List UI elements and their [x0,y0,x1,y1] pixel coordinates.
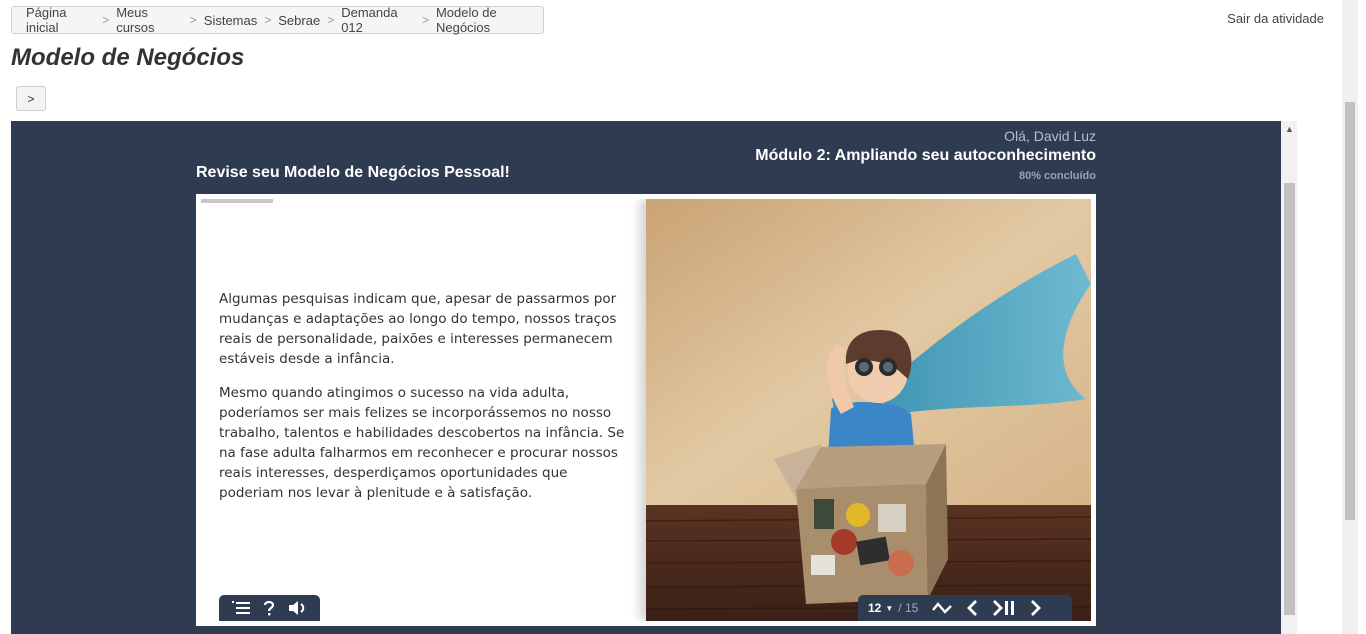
slide-content: Algumas pesquisas indicam que, apesar de… [201,199,1091,621]
next-button[interactable]: > [16,86,46,111]
previous-icon[interactable] [966,600,978,616]
breadcrumb-separator: > [189,13,197,27]
progress-label: 80% concluído [1018,170,1096,182]
user-greeting: Olá, David Luz [1004,128,1096,144]
breadcrumb-sebrae[interactable]: Sebrae [278,13,320,28]
slide-loading-bar [201,199,273,203]
breadcrumb-separator: > [327,13,335,27]
page-scrollbar-thumb[interactable] [1345,102,1355,520]
breadcrumb-home[interactable]: Página inicial [26,5,95,35]
breadcrumb-current[interactable]: Modelo de Negócios [436,5,543,35]
lesson-title: Revise seu Modelo de Negócios Pessoal! [196,164,510,181]
breadcrumb: Página inicial > Meus cursos > Sistemas … [11,5,544,35]
scroll-up-icon[interactable]: ▲ [1285,124,1294,134]
breadcrumb-demand[interactable]: Demanda 012 [341,5,415,35]
help-icon[interactable] [263,600,275,616]
frame-scrollbar-thumb[interactable] [1284,183,1295,615]
total-pages: / 15 [898,601,919,615]
exit-activity-link[interactable]: Sair da atividade [1227,11,1324,26]
child-with-goggles-in-box-image [646,199,1091,621]
page-title: Modelo de Negócios [11,44,245,71]
tools-bar [219,595,320,621]
breadcrumb-separator: > [421,13,429,27]
paragraph: Mesmo quando atingimos o sucesso na vida… [219,385,625,501]
chevron-down-icon[interactable]: ▼ [885,604,893,613]
paragraph: Algumas pesquisas indicam que, apesar de… [219,291,617,367]
slide-text: Algumas pesquisas indicam que, apesar de… [219,289,634,517]
slide-card: Algumas pesquisas indicam que, apesar de… [196,194,1096,626]
breadcrumb-separator: > [264,13,272,27]
breadcrumb-systems[interactable]: Sistemas [204,13,257,28]
page-scrollbar[interactable] [1342,0,1358,634]
sound-icon[interactable] [289,601,307,615]
menu-icon[interactable] [231,601,250,615]
frame-scrollbar[interactable]: ▲ [1281,121,1297,634]
play-pause-icon[interactable] [992,600,1016,616]
breadcrumb-my-courses[interactable]: Meus cursos [116,5,183,35]
course-module-frame: Olá, David Luz Módulo 2: Ampliando seu a… [11,121,1281,634]
module-title: Módulo 2: Ampliando seu autoconhecimento [755,147,1096,164]
slide-navigation: 12 ▼ / 15 [858,595,1072,621]
breadcrumb-separator: > [102,13,110,27]
next-icon[interactable] [1030,600,1042,616]
wave-icon[interactable] [932,601,953,615]
current-page-select[interactable]: 12 [868,601,881,615]
